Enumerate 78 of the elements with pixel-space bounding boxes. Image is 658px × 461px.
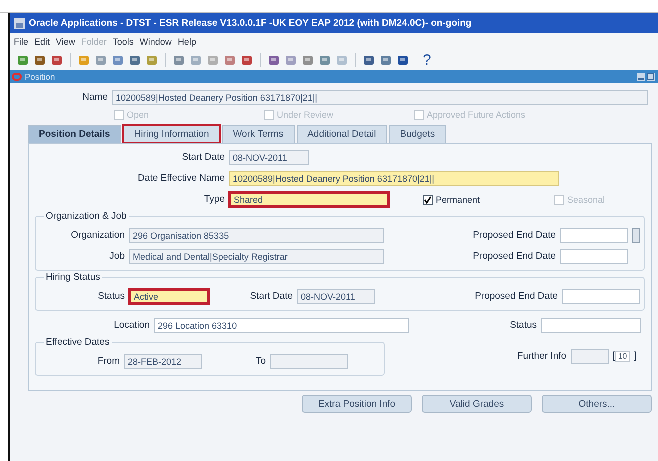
text-field[interactable]: 10200589|Hosted Deanery Position 63171870|21|| <box>229 171 559 186</box>
toolbar-icon[interactable] <box>267 53 281 67</box>
toolbar-icon[interactable] <box>128 53 142 67</box>
app-icon <box>14 18 25 28</box>
toolbar-icon[interactable] <box>240 53 254 67</box>
date-field[interactable] <box>560 228 628 243</box>
field-label: Start Date <box>249 291 293 302</box>
minimize-icon[interactable] <box>637 72 645 80</box>
field-label: Status <box>97 291 125 302</box>
menu-item[interactable]: Help <box>178 36 196 46</box>
flexfield-button[interactable]: 10 <box>615 350 630 362</box>
group-title: Hiring Status <box>44 272 102 283</box>
date-field[interactable]: 08-NOV-2011 <box>297 289 375 304</box>
tab[interactable]: Hiring Information <box>123 125 220 143</box>
field-label: Proposed End Date <box>475 291 558 302</box>
maximize-icon[interactable] <box>647 72 655 80</box>
toolbar-icon[interactable] <box>172 53 186 67</box>
toolbar-icon[interactable] <box>33 53 47 67</box>
field-label: Further Info <box>517 350 567 362</box>
form-title: Position <box>25 72 56 82</box>
field-label: Organization <box>70 230 125 241</box>
text-field[interactable] <box>570 348 609 364</box>
text-field[interactable] <box>541 318 641 333</box>
group-title: Organization & Job <box>44 211 129 222</box>
menu-item[interactable]: View <box>56 36 76 46</box>
toolbar-icon[interactable] <box>16 53 30 67</box>
field-label: Status <box>510 320 537 331</box>
bracket: [ <box>612 350 616 362</box>
text-field[interactable]: Active <box>129 289 209 304</box>
toolbar-icon[interactable] <box>396 53 410 67</box>
window-title: Oracle Applications - DTST - ESR Release V13.0.0.1F -UK EOY EAP 2012 (with DM24.0C)- on-going <box>29 18 472 28</box>
menu-item[interactable]: Window <box>140 36 172 46</box>
checkbox-label: Open <box>127 110 150 120</box>
field-label: Start Date <box>181 152 225 163</box>
group-title: Effective Dates <box>44 337 112 348</box>
toolbar-icon[interactable] <box>50 53 64 67</box>
field-label: Location <box>113 320 150 331</box>
checkbox[interactable] <box>423 194 433 204</box>
tab[interactable]: Budgets <box>389 125 446 143</box>
text-field[interactable]: Shared <box>229 192 389 207</box>
checkbox-label: Approved Future Actions <box>427 110 526 120</box>
field-label: Proposed End Date <box>473 230 556 241</box>
tab[interactable]: Work Terms <box>222 125 295 143</box>
help-button[interactable]: ? <box>423 52 432 68</box>
toolbar-icon[interactable] <box>318 53 332 67</box>
date-field[interactable]: 08-NOV-2011 <box>229 150 309 165</box>
field-label: Date Effective Name <box>137 173 225 184</box>
date-field[interactable] <box>560 249 628 264</box>
text-field[interactable]: 296 Organisation 85335 <box>129 228 384 243</box>
menu-item[interactable]: File <box>14 36 29 46</box>
text-field[interactable]: 296 Location 63310 <box>154 318 409 333</box>
form-button[interactable]: Others... <box>542 395 652 413</box>
toolbar-icon[interactable] <box>301 53 315 67</box>
checkbox-label: Under Review <box>277 110 334 120</box>
text-field[interactable]: 10200589|Hosted Deanery Position 63171870|21|| <box>112 90 648 105</box>
date-field[interactable] <box>270 354 348 369</box>
tab[interactable]: Position Details <box>28 125 122 143</box>
field-label: Name <box>82 92 108 103</box>
checkbox-label: Permanent <box>436 194 480 204</box>
field-label: From <box>96 356 120 367</box>
form-button[interactable]: Valid Grades <box>422 395 532 413</box>
text-field[interactable]: Medical and Dental|Specialty Registrar <box>129 249 384 264</box>
field-label: To <box>254 356 266 367</box>
oracle-icon <box>12 72 22 80</box>
toolbar-icon[interactable] <box>379 53 393 67</box>
tab[interactable]: Additional Detail <box>296 125 388 143</box>
bracket: ] <box>634 350 637 362</box>
form-button[interactable]: Extra Position Info <box>302 395 412 413</box>
toolbar-icon[interactable] <box>362 53 376 67</box>
menu-item[interactable]: Tools <box>112 36 134 46</box>
menu-item[interactable]: Edit <box>34 36 50 46</box>
field-label: Proposed End Date <box>473 251 556 262</box>
field-label: Type <box>203 194 225 205</box>
date-field[interactable]: 28-FEB-2012 <box>124 354 202 369</box>
date-field[interactable] <box>562 289 640 304</box>
checkbox-label: Seasonal <box>567 194 605 204</box>
field-label: Job <box>108 251 125 262</box>
toolbar-icon[interactable] <box>111 53 125 67</box>
